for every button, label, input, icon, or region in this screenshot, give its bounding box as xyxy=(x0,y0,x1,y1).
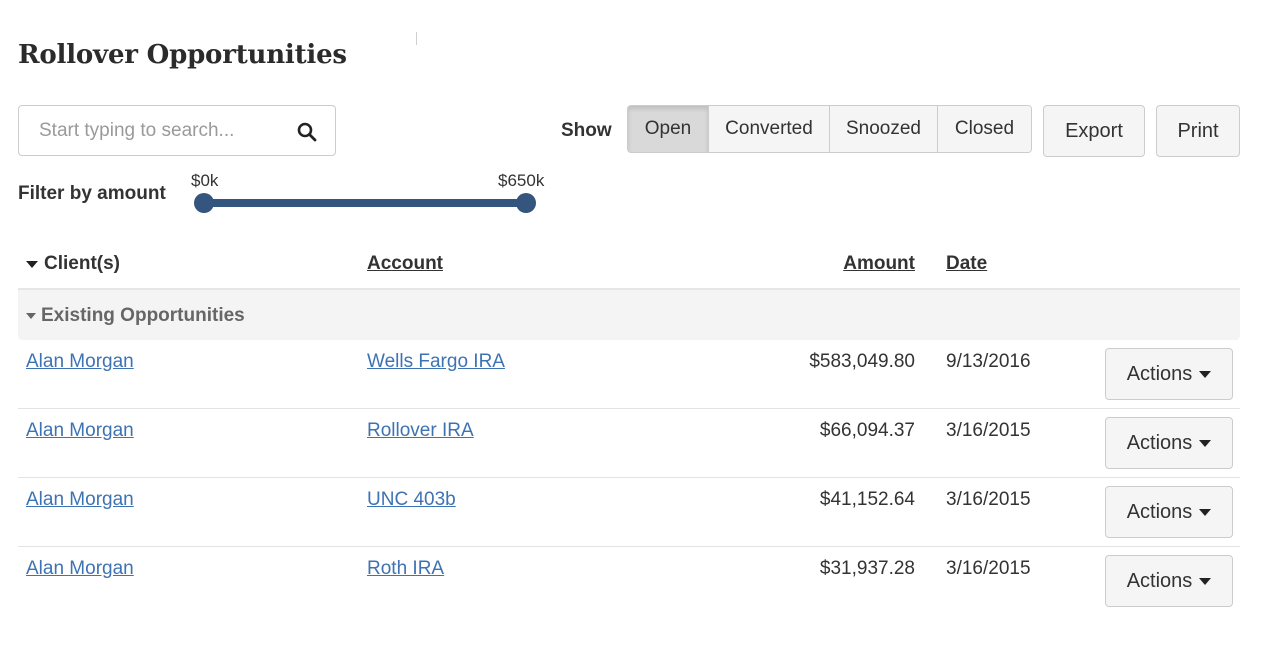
client-link[interactable]: Alan Morgan xyxy=(26,351,134,373)
actions-label: Actions xyxy=(1126,500,1193,523)
status-filter-group: Open Converted Snoozed Closed xyxy=(627,105,1032,153)
client-link[interactable]: Alan Morgan xyxy=(26,489,134,511)
column-header-date[interactable]: Date xyxy=(946,253,987,275)
column-header-client[interactable]: Client(s) xyxy=(26,253,120,275)
date-cell: 9/13/2016 xyxy=(946,351,1031,372)
column-header-client-label: Client(s) xyxy=(44,253,120,274)
amount-range-slider[interactable] xyxy=(194,193,536,213)
account-link[interactable]: Wells Fargo IRA xyxy=(367,351,505,373)
chevron-down-icon xyxy=(1199,370,1212,378)
date-cell: 3/16/2015 xyxy=(946,558,1031,579)
filter-open-button[interactable]: Open xyxy=(628,106,709,152)
account-link[interactable]: Roth IRA xyxy=(367,558,444,580)
actions-label: Actions xyxy=(1126,431,1193,454)
actions-button[interactable]: Actions xyxy=(1105,555,1233,607)
collapse-caret-icon xyxy=(26,313,36,319)
group-label: Existing Opportunities xyxy=(41,305,245,326)
filter-by-amount-label: Filter by amount xyxy=(18,183,166,204)
divider-tick xyxy=(416,32,417,45)
amount-cell: $66,094.37 xyxy=(819,420,915,441)
amount-cell: $583,049.80 xyxy=(809,351,915,372)
account-link[interactable]: UNC 403b xyxy=(367,489,456,511)
group-header[interactable]: Existing Opportunities xyxy=(26,305,245,327)
date-cell: 3/16/2015 xyxy=(946,489,1031,510)
search-icon[interactable] xyxy=(297,122,317,142)
table-row: Alan Morgan Rollover IRA $66,094.37 3/16… xyxy=(18,409,1240,478)
search-box[interactable] xyxy=(18,105,336,156)
column-header-amount[interactable]: Amount xyxy=(843,253,915,275)
actions-button[interactable]: Actions xyxy=(1105,486,1233,538)
filter-converted-button[interactable]: Converted xyxy=(709,106,830,152)
client-link[interactable]: Alan Morgan xyxy=(26,558,134,580)
slider-max-handle[interactable] xyxy=(516,193,536,213)
amount-cell: $41,152.64 xyxy=(819,489,915,510)
slider-selected-range xyxy=(204,199,526,207)
table-row: Alan Morgan UNC 403b $41,152.64 3/16/201… xyxy=(18,478,1240,547)
column-header-account[interactable]: Account xyxy=(367,253,443,275)
search-input[interactable] xyxy=(39,118,279,144)
page-title: Rollover Opportunities xyxy=(18,40,347,70)
table-row: Alan Morgan Wells Fargo IRA $583,049.80 … xyxy=(18,340,1240,409)
export-button[interactable]: Export xyxy=(1043,105,1145,157)
chevron-down-icon xyxy=(1199,508,1212,516)
slider-min-handle[interactable] xyxy=(194,193,214,213)
print-button[interactable]: Print xyxy=(1156,105,1240,157)
actions-button[interactable]: Actions xyxy=(1105,417,1233,469)
table-header: Client(s) Account Amount Date xyxy=(18,253,1240,289)
amount-cell: $31,937.28 xyxy=(819,558,915,579)
account-link[interactable]: Rollover IRA xyxy=(367,420,474,442)
actions-label: Actions xyxy=(1126,569,1193,592)
actions-label: Actions xyxy=(1126,362,1193,385)
chevron-down-icon xyxy=(1199,577,1212,585)
filter-closed-button[interactable]: Closed xyxy=(938,106,1031,152)
client-link[interactable]: Alan Morgan xyxy=(26,420,134,442)
slider-min-label: $0k xyxy=(191,171,219,190)
filter-snoozed-button[interactable]: Snoozed xyxy=(830,106,938,152)
group-header-row[interactable]: Existing Opportunities xyxy=(18,290,1240,340)
slider-max-label: $650k xyxy=(498,171,545,190)
table-body: Alan Morgan Wells Fargo IRA $583,049.80 … xyxy=(18,340,1240,616)
chevron-down-icon xyxy=(1199,439,1212,447)
date-cell: 3/16/2015 xyxy=(946,420,1031,441)
actions-button[interactable]: Actions xyxy=(1105,348,1233,400)
show-label: Show xyxy=(561,120,612,141)
table-row: Alan Morgan Roth IRA $31,937.28 3/16/201… xyxy=(18,547,1240,616)
sort-caret-icon xyxy=(26,260,38,268)
